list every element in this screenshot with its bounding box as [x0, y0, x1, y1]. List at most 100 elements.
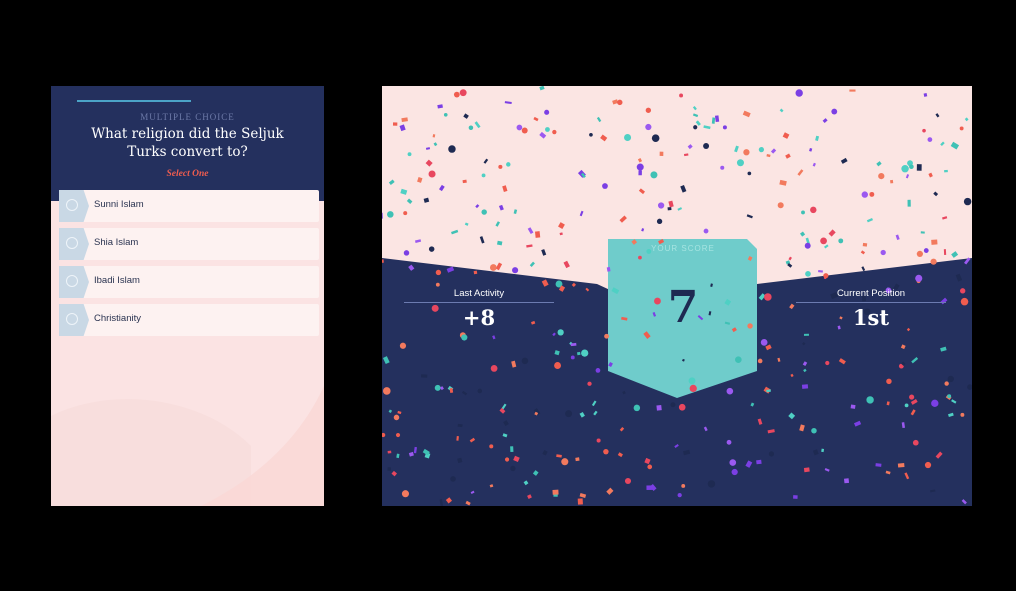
- confetti-piece: [512, 267, 519, 274]
- confetti-piece: [619, 426, 625, 432]
- confetti-piece: [886, 378, 892, 385]
- confetti-piece: [435, 269, 442, 276]
- confetti-piece: [767, 429, 775, 434]
- confetti-piece: [575, 457, 580, 462]
- select-hint: Select One: [166, 169, 209, 179]
- confetti-piece: [931, 239, 938, 245]
- confetti-piece: [499, 407, 506, 414]
- confetti-piece: [850, 404, 856, 409]
- option-ibadi-islam[interactable]: Ibadi Islam: [59, 266, 319, 298]
- confetti-piece: [523, 480, 529, 486]
- confetti-piece: [421, 374, 428, 378]
- confetti-piece: [688, 377, 696, 385]
- confetti-piece: [589, 132, 593, 137]
- confetti-piece: [617, 452, 623, 458]
- confetti-piece: [387, 450, 392, 454]
- confetti-piece: [944, 381, 949, 386]
- confetti-piece: [382, 259, 384, 263]
- confetti-piece: [468, 125, 474, 131]
- confetti-piece: [866, 396, 874, 404]
- confetti-piece: [901, 164, 909, 173]
- confetti-piece: [516, 124, 523, 131]
- option-label: Ibadi Islam: [94, 275, 140, 286]
- confetti-piece: [557, 329, 564, 336]
- confetti-piece: [403, 211, 408, 216]
- confetti-piece: [795, 89, 803, 97]
- confetti-piece: [880, 249, 886, 256]
- confetti-piece: [915, 274, 923, 282]
- confetti-piece: [510, 465, 516, 472]
- confetti-piece: [473, 270, 478, 275]
- confetti-piece: [869, 191, 875, 197]
- confetti-piece: [602, 183, 608, 189]
- confetti-piece: [823, 273, 829, 279]
- current-position-stat: Current Position 1st: [796, 288, 946, 330]
- confetti-piece: [527, 494, 532, 499]
- confetti-piece: [745, 460, 753, 468]
- confetti-piece: [960, 412, 965, 417]
- confetti-piece: [650, 171, 658, 179]
- confetti-piece: [577, 498, 583, 505]
- confetti-piece: [395, 432, 401, 438]
- confetti-piece: [678, 403, 686, 411]
- confetti-piece: [469, 437, 476, 443]
- confetti-piece: [853, 420, 862, 427]
- confetti-piece: [446, 266, 455, 273]
- confetti-piece: [760, 338, 768, 346]
- confetti-piece: [401, 490, 410, 498]
- confetti-piece: [743, 149, 750, 156]
- option-christianity[interactable]: Christianity: [59, 304, 319, 336]
- score-badge-value: 7: [667, 282, 699, 333]
- confetti-piece: [875, 463, 882, 467]
- confetti-piece: [576, 351, 581, 356]
- confetti-piece: [391, 470, 398, 477]
- confetti-piece: [489, 444, 494, 449]
- confetti-piece: [843, 478, 850, 484]
- confetti-piece: [801, 210, 805, 215]
- confetti-piece: [757, 418, 763, 425]
- confetti-piece: [670, 402, 676, 408]
- confetti-piece: [489, 484, 494, 488]
- header-accent-line: [77, 100, 191, 102]
- radio-icon[interactable]: [66, 199, 78, 211]
- confetti-piece: [459, 89, 467, 97]
- confetti-piece: [624, 477, 632, 485]
- confetti-piece: [726, 439, 732, 445]
- confetti-piece: [904, 472, 910, 480]
- confetti-piece: [397, 410, 402, 415]
- divider: [404, 302, 554, 303]
- confetti-piece: [465, 500, 471, 506]
- confetti-piece: [703, 228, 709, 234]
- confetti-piece: [399, 342, 407, 349]
- confetti-piece: [907, 199, 911, 207]
- confetti-piece: [407, 152, 412, 157]
- confetti-piece: [645, 123, 652, 131]
- confetti-piece: [951, 399, 957, 404]
- confetti-piece: [909, 394, 915, 400]
- confetti-piece: [930, 258, 937, 265]
- confetti-piece: [591, 400, 597, 407]
- radio-icon[interactable]: [66, 237, 78, 249]
- option-shia-islam[interactable]: Shia Islam: [59, 228, 319, 260]
- confetti-piece: [729, 459, 737, 466]
- confetti-piece: [862, 242, 868, 247]
- confetti-piece: [382, 356, 390, 365]
- confetti-piece: [579, 493, 587, 498]
- confetti-piece: [681, 484, 686, 488]
- confetti-piece: [617, 99, 623, 106]
- confetti-piece: [461, 390, 468, 396]
- confetti-piece: [502, 433, 508, 438]
- confetti-piece: [948, 412, 954, 418]
- radio-icon[interactable]: [66, 275, 78, 287]
- radio-icon[interactable]: [66, 313, 78, 325]
- confetti-piece: [803, 333, 809, 336]
- confetti-piece: [428, 246, 435, 252]
- confetti-piece: [747, 171, 752, 176]
- confetti-piece: [657, 202, 665, 209]
- confetti-piece: [811, 427, 817, 434]
- confetti-piece: [900, 344, 906, 350]
- option-sunni-islam[interactable]: Sunni Islam: [59, 190, 319, 222]
- confetti-piece: [492, 335, 496, 340]
- confetti-piece: [603, 448, 609, 455]
- confetti-piece: [803, 467, 810, 473]
